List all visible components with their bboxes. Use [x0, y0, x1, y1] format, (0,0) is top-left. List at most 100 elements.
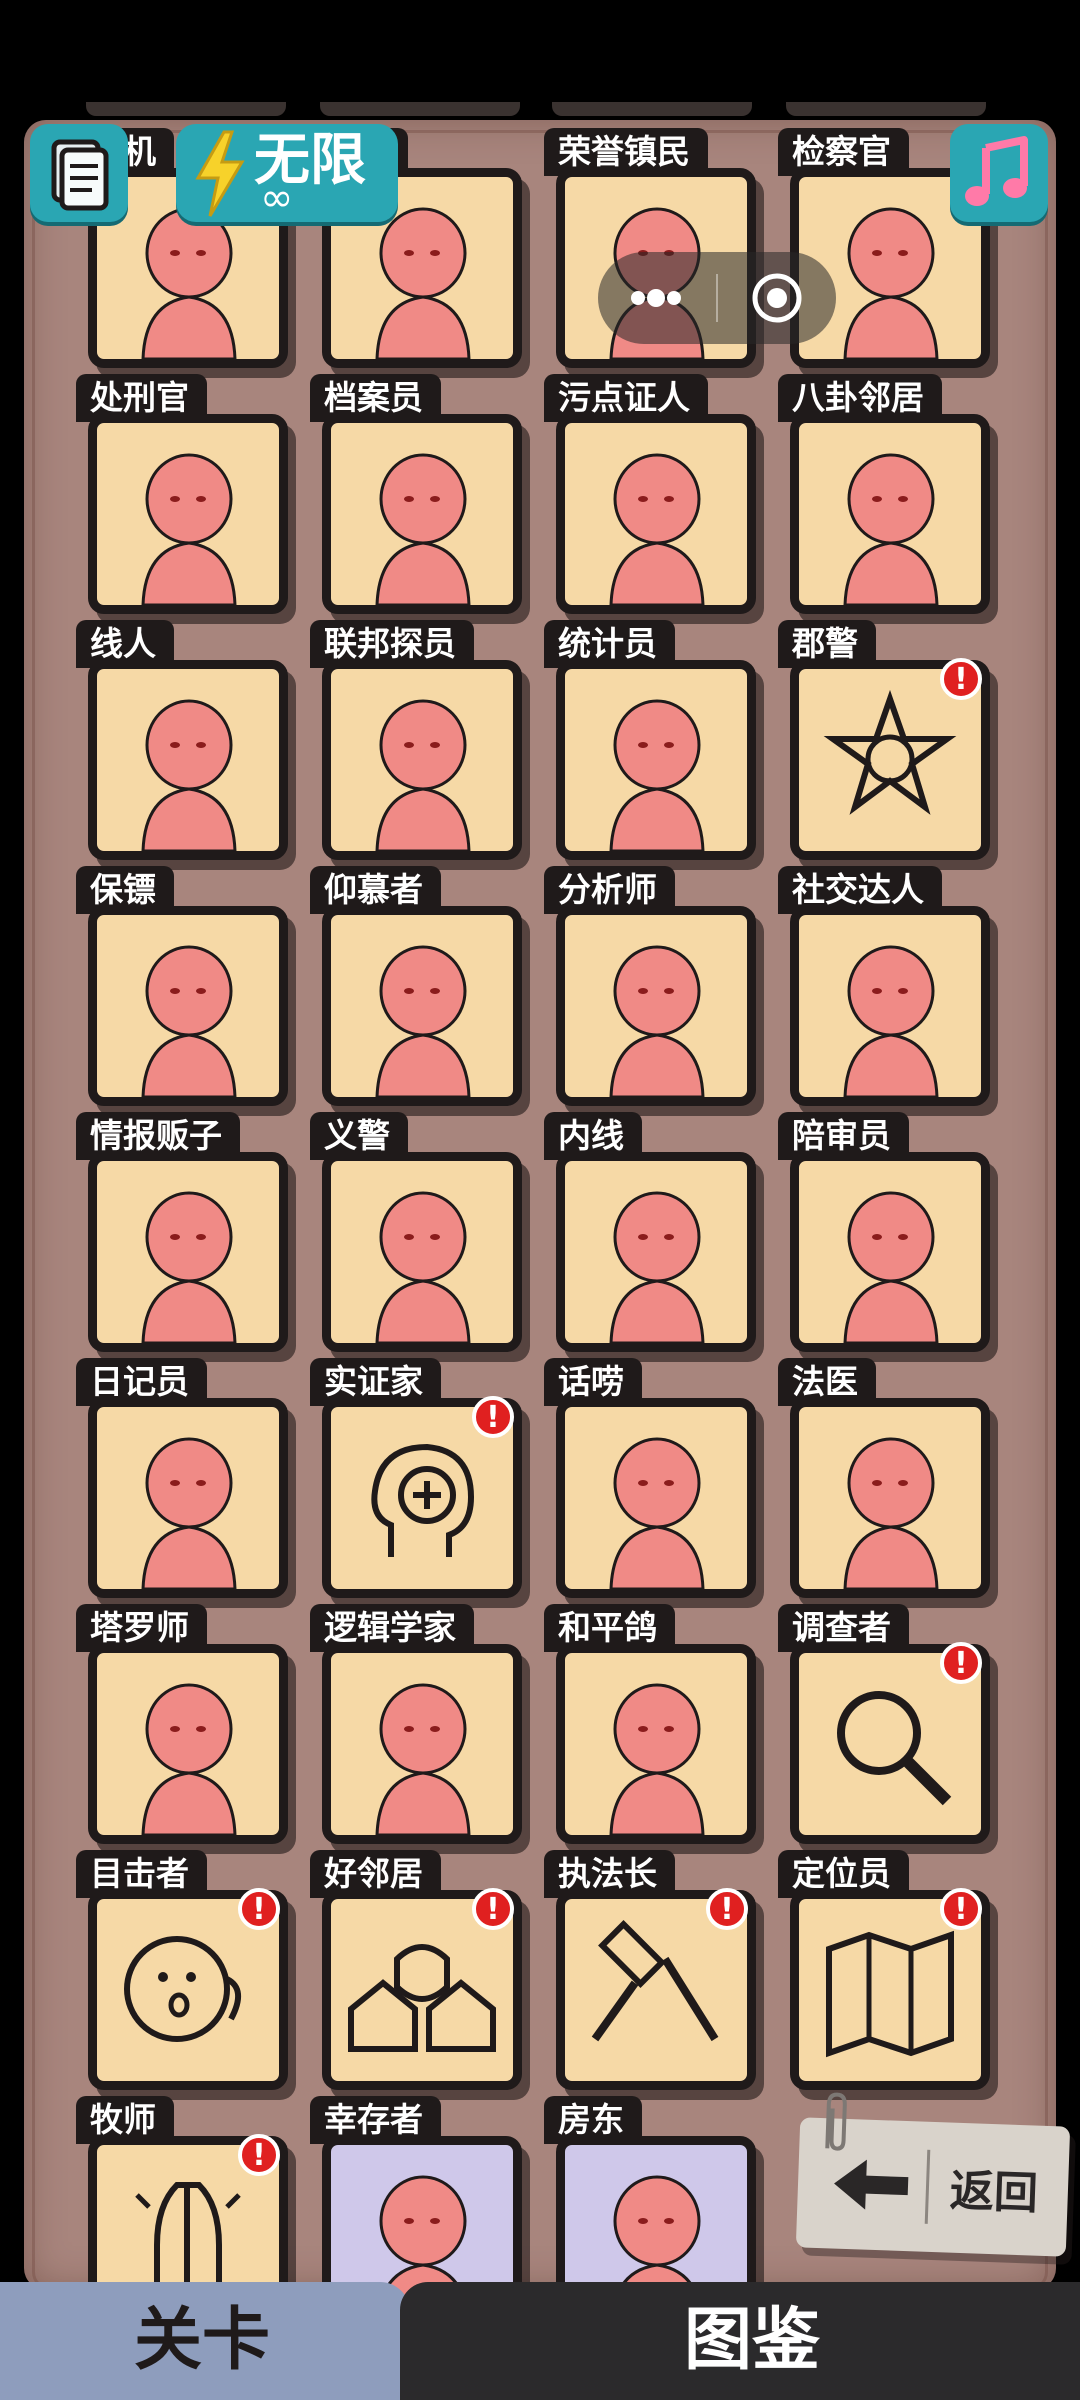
role-illustration: [375, 1191, 471, 1343]
new-alert-badge: !: [238, 1888, 280, 1930]
notes-icon: [51, 139, 109, 211]
role-card-label: 处刑官: [76, 374, 207, 422]
role-illustration: [141, 1683, 237, 1835]
role-card-label: 法医: [778, 1358, 876, 1406]
role-illustration: [609, 945, 705, 1097]
role-illustration: [141, 453, 237, 605]
role-illustration: [375, 1683, 471, 1835]
role-illustration: [375, 699, 471, 851]
role-card-label: 统计员: [544, 620, 675, 668]
arrow-left-icon: [834, 2159, 909, 2210]
lightning-icon: [195, 130, 245, 217]
role-card-label: 检察官: [778, 128, 909, 176]
new-alert-badge: !: [940, 1642, 982, 1684]
role-card-label: 社交达人: [778, 866, 942, 914]
role-card-label: 房东: [544, 2096, 642, 2144]
role-card-label: 荣誉镇民: [544, 128, 708, 176]
role-card-label: 仰慕者: [310, 866, 441, 914]
role-illustration: [609, 1683, 705, 1835]
stamina-infinity: ∞: [260, 175, 294, 221]
role-illustration: [609, 453, 705, 605]
role-card-label: 保镖: [76, 866, 174, 914]
role-illustration: [609, 699, 705, 851]
role-card-label: 陪审员: [778, 1112, 909, 1160]
role-card-label: 实证家: [310, 1358, 441, 1406]
role-card[interactable]: [556, 414, 756, 614]
role-card[interactable]: [322, 414, 522, 614]
role-illustration: [843, 1191, 939, 1343]
role-card[interactable]: [88, 906, 288, 1106]
role-card[interactable]: [322, 1644, 522, 1844]
back-button[interactable]: 返回: [795, 2092, 1071, 2257]
role-card[interactable]: [322, 1152, 522, 1352]
role-illustration: [609, 1191, 705, 1343]
music-button[interactable]: [950, 124, 1048, 222]
more-dots-icon[interactable]: [598, 252, 716, 344]
role-card-label: 郡警: [778, 620, 876, 668]
back-label: 返回: [948, 2165, 1039, 2220]
new-alert-badge: !: [472, 1888, 514, 1930]
role-card-label: 污点证人: [544, 374, 708, 422]
new-alert-badge: !: [940, 1888, 982, 1930]
role-illustration: [843, 453, 939, 605]
role-card-label: 义警: [310, 1112, 408, 1160]
role-card-label: 幸存者: [310, 2096, 441, 2144]
role-illustration: [141, 1191, 237, 1343]
role-card-label: 目击者: [76, 1850, 207, 1898]
new-alert-badge: !: [706, 1888, 748, 1930]
role-card[interactable]: [322, 660, 522, 860]
role-card-label: 好邻居: [310, 1850, 441, 1898]
role-illustration: [843, 945, 939, 1097]
stamina-indicator[interactable]: 无限 ∞: [176, 124, 398, 222]
role-card-label: 和平鸽: [544, 1604, 675, 1652]
role-card-label: 内线: [544, 1112, 642, 1160]
role-illustration: [141, 1437, 237, 1589]
role-card-label: 联邦探员: [310, 620, 474, 668]
tab-levels-label: 关卡: [134, 2301, 271, 2380]
close-target-icon[interactable]: [718, 252, 836, 344]
role-card[interactable]: [88, 1152, 288, 1352]
music-note-icon: [965, 136, 1028, 206]
role-card[interactable]: [88, 1398, 288, 1598]
tab-collection[interactable]: 图鉴: [400, 2282, 1080, 2400]
role-card-label: 线人: [76, 620, 174, 668]
bottom-tab-bar: 关卡 图鉴: [0, 2282, 1080, 2400]
role-card[interactable]: [556, 660, 756, 860]
role-card[interactable]: [790, 906, 990, 1106]
role-illustration: [609, 1437, 705, 1589]
role-card-label: 定位员: [778, 1850, 909, 1898]
role-illustration: [375, 453, 471, 605]
tab-collection-label: 图鉴: [684, 2301, 821, 2380]
role-card-label: 情报贩子: [76, 1112, 240, 1160]
notes-button[interactable]: [30, 124, 128, 222]
role-illustration: [375, 945, 471, 1097]
role-card[interactable]: [556, 906, 756, 1106]
role-card[interactable]: [556, 1152, 756, 1352]
role-card[interactable]: [88, 1644, 288, 1844]
role-card[interactable]: [556, 1644, 756, 1844]
role-card[interactable]: [88, 660, 288, 860]
role-illustration: [141, 945, 237, 1097]
role-card-label: 牧师: [76, 2096, 174, 2144]
role-card-label: 日记员: [76, 1358, 207, 1406]
new-alert-badge: !: [472, 1396, 514, 1438]
role-illustration: [141, 699, 237, 851]
role-card[interactable]: [322, 906, 522, 1106]
role-card-label: 执法长: [544, 1850, 675, 1898]
role-card[interactable]: [790, 1398, 990, 1598]
tab-levels[interactable]: 关卡: [0, 2282, 410, 2400]
role-card[interactable]: [790, 414, 990, 614]
role-card-grid: 手机 医生 荣誉镇民 检察官 处刑官 档案员 污点证人 八卦邻居: [0, 0, 1080, 2336]
role-card[interactable]: [88, 414, 288, 614]
role-card-label: 逻辑学家: [310, 1604, 474, 1652]
role-card-label: 塔罗师: [76, 1604, 207, 1652]
new-alert-badge: !: [238, 2134, 280, 2176]
role-card[interactable]: [790, 1152, 990, 1352]
role-illustration: [843, 1437, 939, 1589]
role-card-label: 八卦邻居: [778, 374, 942, 422]
role-card[interactable]: [556, 1398, 756, 1598]
role-card-label: 档案员: [310, 374, 441, 422]
new-alert-badge: !: [940, 658, 982, 700]
mini-program-capsule[interactable]: [598, 252, 836, 344]
role-card-label: 分析师: [544, 866, 675, 914]
